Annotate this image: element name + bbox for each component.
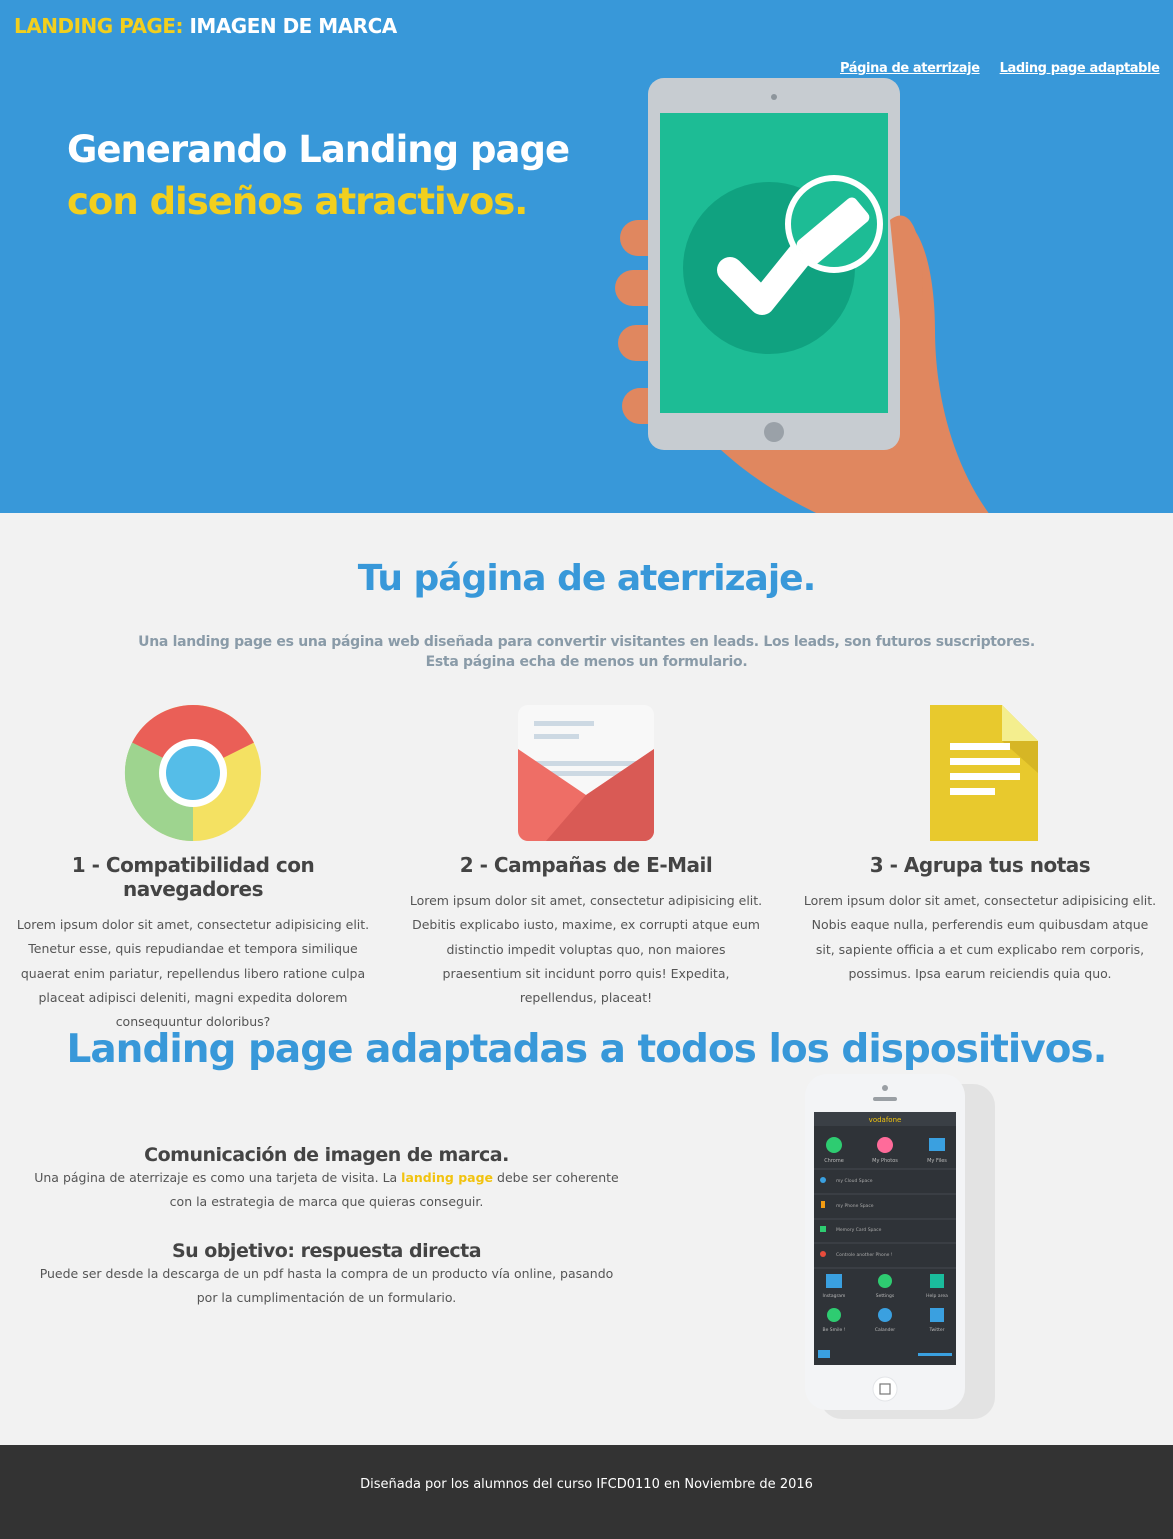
phone-carrier: vodafone (869, 1116, 902, 1124)
phone-app-label: My Photos (872, 1158, 898, 1164)
section-lead: Una landing page es una página web diseñ… (0, 632, 1173, 672)
feature-text: Lorem ipsum dolor sit amet, consectetur … (16, 917, 370, 1030)
phone-grid-label: Instagram (823, 1293, 846, 1299)
phone-list-item: Memory Card Space (836, 1227, 882, 1233)
feature-email: 2 - Campañas de E-Mail Lorem ipsum dolor… (401, 700, 771, 1010)
tablet-checkmark-illustration (615, 78, 989, 513)
phone-app-label: My Files (927, 1158, 947, 1164)
hero-line-2: con diseños atractivos. (67, 180, 528, 223)
info-block-marca: Comunicación de imagen de marca. Una pág… (30, 1144, 623, 1214)
info-title: Su objetivo: respuesta directa (171, 1240, 482, 1262)
brand-logo[interactable]: LANDING PAGE: IMAGEN DE MARCA (14, 14, 397, 38)
info-title: Comunicación de imagen de marca. (144, 1144, 509, 1166)
phone-app-label: Chrome (824, 1158, 844, 1164)
lead-line-2: Esta página echa de menos un formulario. (425, 654, 748, 670)
feature-title: 3 - Agrupa tus notas (869, 853, 1091, 877)
brand-highlight: LANDING PAGE: (14, 14, 184, 38)
document-icon (795, 700, 1165, 845)
phone-grid-label: Help area (926, 1293, 948, 1299)
hero-banner: LANDING PAGE: IMAGEN DE MARCA Página de … (0, 0, 1173, 513)
info-text-a: Una página de aterrizaje es como una tar… (34, 1170, 402, 1185)
brand-rest: IMAGEN DE MARCA (189, 14, 397, 38)
info-block-objetivo: Su objetivo: respuesta directa Puede ser… (30, 1240, 623, 1310)
phone-grid-label: Twitter (928, 1327, 944, 1333)
browser-icon (8, 700, 378, 845)
nav-link-adaptable[interactable]: Lading page adaptable (1000, 61, 1160, 76)
feature-title: 1 - Compatibilidad con navegadores (71, 853, 315, 901)
smartphone-illustration: vodafone Chrome My Photos My Files my Cl… (805, 1074, 995, 1419)
feature-notes: 3 - Agrupa tus notas Lorem ipsum dolor s… (795, 700, 1165, 986)
footer: Diseñada por los alumnos del curso IFCD0… (0, 1445, 1173, 1539)
lead-line-1: Una landing page es una página web diseñ… (138, 634, 1035, 650)
envelope-icon (401, 700, 771, 845)
feature-text: Lorem ipsum dolor sit amet, consectetur … (409, 893, 763, 1006)
hero-line-1: Generando Landing page (67, 128, 570, 171)
landing-page-highlight[interactable]: landing page (401, 1170, 493, 1185)
phone-grid-label: Settings (876, 1293, 895, 1299)
phone-list-item: Controle another Phone ! (836, 1252, 893, 1258)
info-text: Puede ser desde la descarga de un pdf ha… (39, 1266, 614, 1305)
section-title-dispositivos: Landing page adaptadas a todos los dispo… (66, 1027, 1108, 1072)
feature-title: 2 - Campañas de E-Mail (459, 853, 713, 877)
phone-grid-label: Calander (875, 1327, 895, 1333)
phone-list-item: my Phone Space (836, 1203, 874, 1209)
info-text: Una página de aterrizaje es como una tar… (30, 1166, 623, 1214)
phone-grid-label: Be Smile ! (822, 1327, 845, 1333)
phone-list-item: my Cloud Space (836, 1178, 873, 1184)
footer-credit: Diseñada por los alumnos del curso IFCD0… (360, 1477, 813, 1492)
feature-text: Lorem ipsum dolor sit amet, consectetur … (803, 893, 1157, 981)
feature-browsers: 1 - Compatibilidad con navegadores Lorem… (8, 700, 378, 1034)
hero-title: Generando Landing page con diseños atrac… (67, 124, 570, 228)
section-title-aterrizaje: Tu página de aterrizaje. (357, 558, 817, 599)
